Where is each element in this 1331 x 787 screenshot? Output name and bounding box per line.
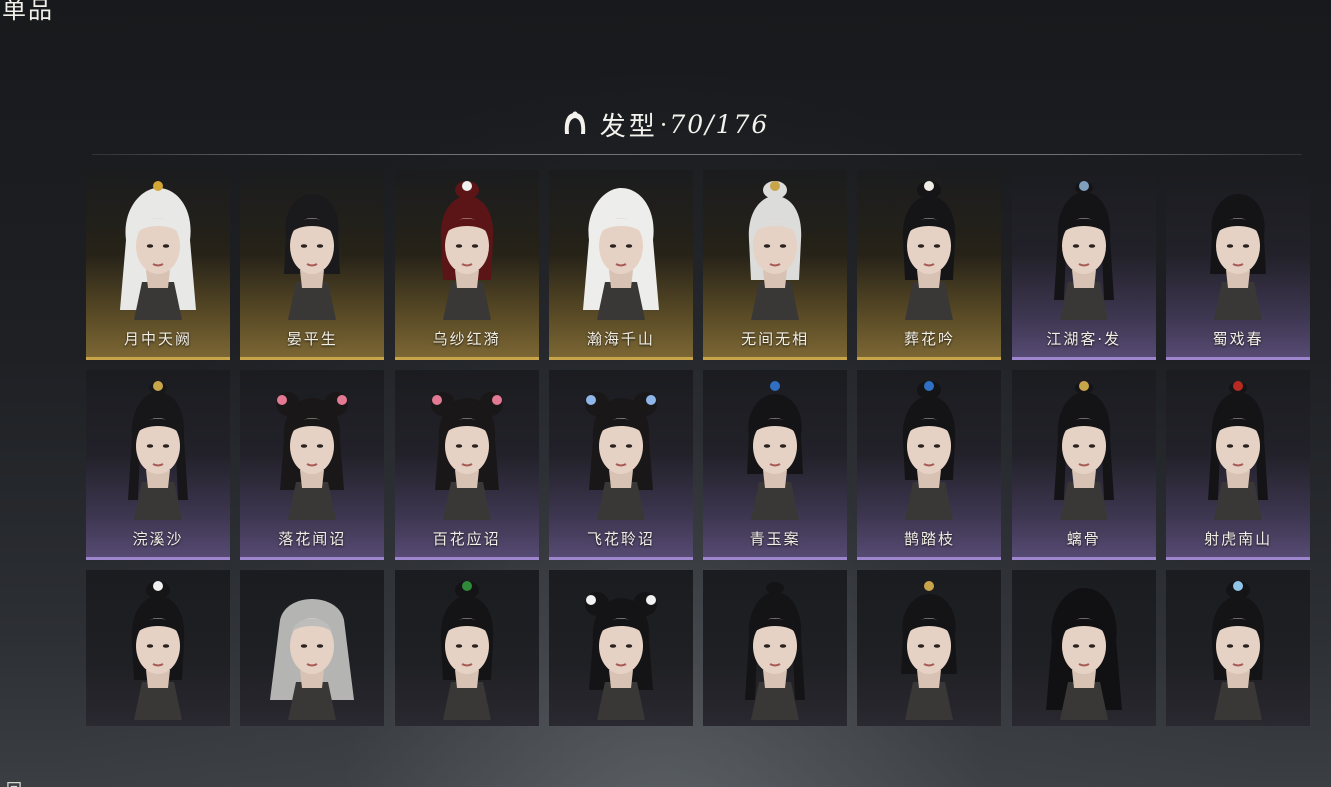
hairstyle-card[interactable]: 月中天阙 [86, 170, 230, 360]
hairstyle-card[interactable] [1011, 570, 1156, 726]
hairstyle-grid: 月中天阙 晏平生 乌纱红漪 瀚海千山 无间无相 葬花吟 江湖客·发 蜀戏春 浣溪… [86, 170, 1311, 760]
portrait [903, 181, 956, 320]
hairstyle-collection-screen: 单品 发型 · 70/176 月中天阙 晏平生 乌纱红漪 瀚海千山 无间无相 葬… [0, 0, 1331, 787]
portrait [1053, 381, 1114, 520]
hairstyle-card[interactable] [86, 570, 230, 726]
hairstyle-name: 螭骨 [1066, 530, 1101, 548]
hairstyle-name: 浣溪沙 [132, 530, 184, 548]
header-divider [92, 154, 1302, 155]
hairstyle-card[interactable]: 葬花吟 [857, 170, 1002, 360]
hairstyle-name: 江湖客·发 [1046, 330, 1122, 348]
portrait [1053, 181, 1114, 320]
portrait [430, 392, 503, 520]
hairstyle-card[interactable]: 螭骨 [1011, 370, 1156, 560]
hairstyle-name: 青玉案 [749, 530, 801, 548]
portrait [747, 381, 804, 520]
portrait [748, 181, 802, 320]
hairstyle-card[interactable] [703, 570, 848, 726]
portrait [1211, 581, 1265, 720]
hairstyle-card[interactable] [1166, 570, 1311, 726]
hairstyle-name: 晏平生 [286, 330, 338, 348]
hairstyle-name: 无间无相 [741, 330, 810, 348]
hairstyle-card[interactable]: 鹊踏枝 [857, 370, 1002, 560]
portrait [901, 581, 958, 720]
category-title: 单品 [2, 0, 54, 24]
hairstyle-card[interactable]: 射虎南山 [1166, 370, 1311, 560]
portrait [440, 581, 493, 720]
portrait [120, 181, 196, 320]
portrait [584, 592, 657, 720]
hairstyle-name: 蜀戏春 [1212, 330, 1264, 348]
hairstyle-card[interactable]: 蜀戏春 [1166, 170, 1311, 360]
hairstyle-name: 瀚海千山 [586, 330, 655, 348]
hairstyle-card[interactable]: 乌纱红漪 [394, 170, 539, 360]
portrait [745, 582, 806, 720]
hairstyle-card[interactable] [240, 570, 385, 726]
portrait [1210, 194, 1267, 320]
hairstyle-card[interactable]: 青玉案 [703, 370, 848, 560]
portrait [131, 581, 185, 720]
hairstyle-card[interactable] [394, 570, 539, 726]
portrait [584, 392, 657, 520]
portrait [1045, 588, 1122, 720]
section-header: 发型 · 70/176 [0, 106, 1331, 143]
portrait [270, 599, 355, 720]
title-separator: · [659, 110, 668, 139]
portrait [1208, 381, 1269, 520]
portrait [284, 194, 341, 320]
hairstyle-card[interactable]: 百花应诏 [394, 370, 539, 560]
portrait [582, 188, 659, 320]
hairstyle-card[interactable] [857, 570, 1002, 726]
hairstyle-card[interactable]: 瀚海千山 [548, 170, 693, 360]
section-title: 发型 [599, 112, 658, 142]
hairstyle-card[interactable]: 晏平生 [240, 170, 385, 360]
hairstyle-card[interactable]: 浣溪沙 [86, 370, 230, 560]
hairstyle-card[interactable]: 无间无相 [703, 170, 848, 360]
hairstyle-card[interactable]: 飞花聆诏 [548, 370, 693, 560]
hairstyle-card[interactable]: 落花闻诏 [240, 370, 385, 560]
portrait [128, 381, 188, 520]
hairstyle-name: 飞花聆诏 [586, 530, 655, 548]
hair-icon [564, 111, 585, 134]
portrait [903, 381, 956, 520]
portrait [440, 181, 493, 320]
hairstyle-name: 葬花吟 [903, 330, 955, 348]
hairstyle-name: 百花应诏 [432, 530, 501, 548]
hairstyle-name: 月中天阙 [123, 330, 192, 348]
hairstyle-name: 乌纱红漪 [432, 330, 501, 348]
portrait [276, 392, 349, 520]
hairstyle-name: 落花闻诏 [278, 530, 347, 548]
hairstyle-name: 射虎南山 [1204, 530, 1273, 548]
back-label[interactable]: 回 [6, 776, 22, 787]
collection-count: 70/176 [669, 110, 770, 139]
hairstyle-card[interactable]: 江湖客·发 [1011, 170, 1156, 360]
hairstyle-card[interactable] [548, 570, 693, 726]
hairstyle-name: 鹊踏枝 [903, 530, 955, 548]
